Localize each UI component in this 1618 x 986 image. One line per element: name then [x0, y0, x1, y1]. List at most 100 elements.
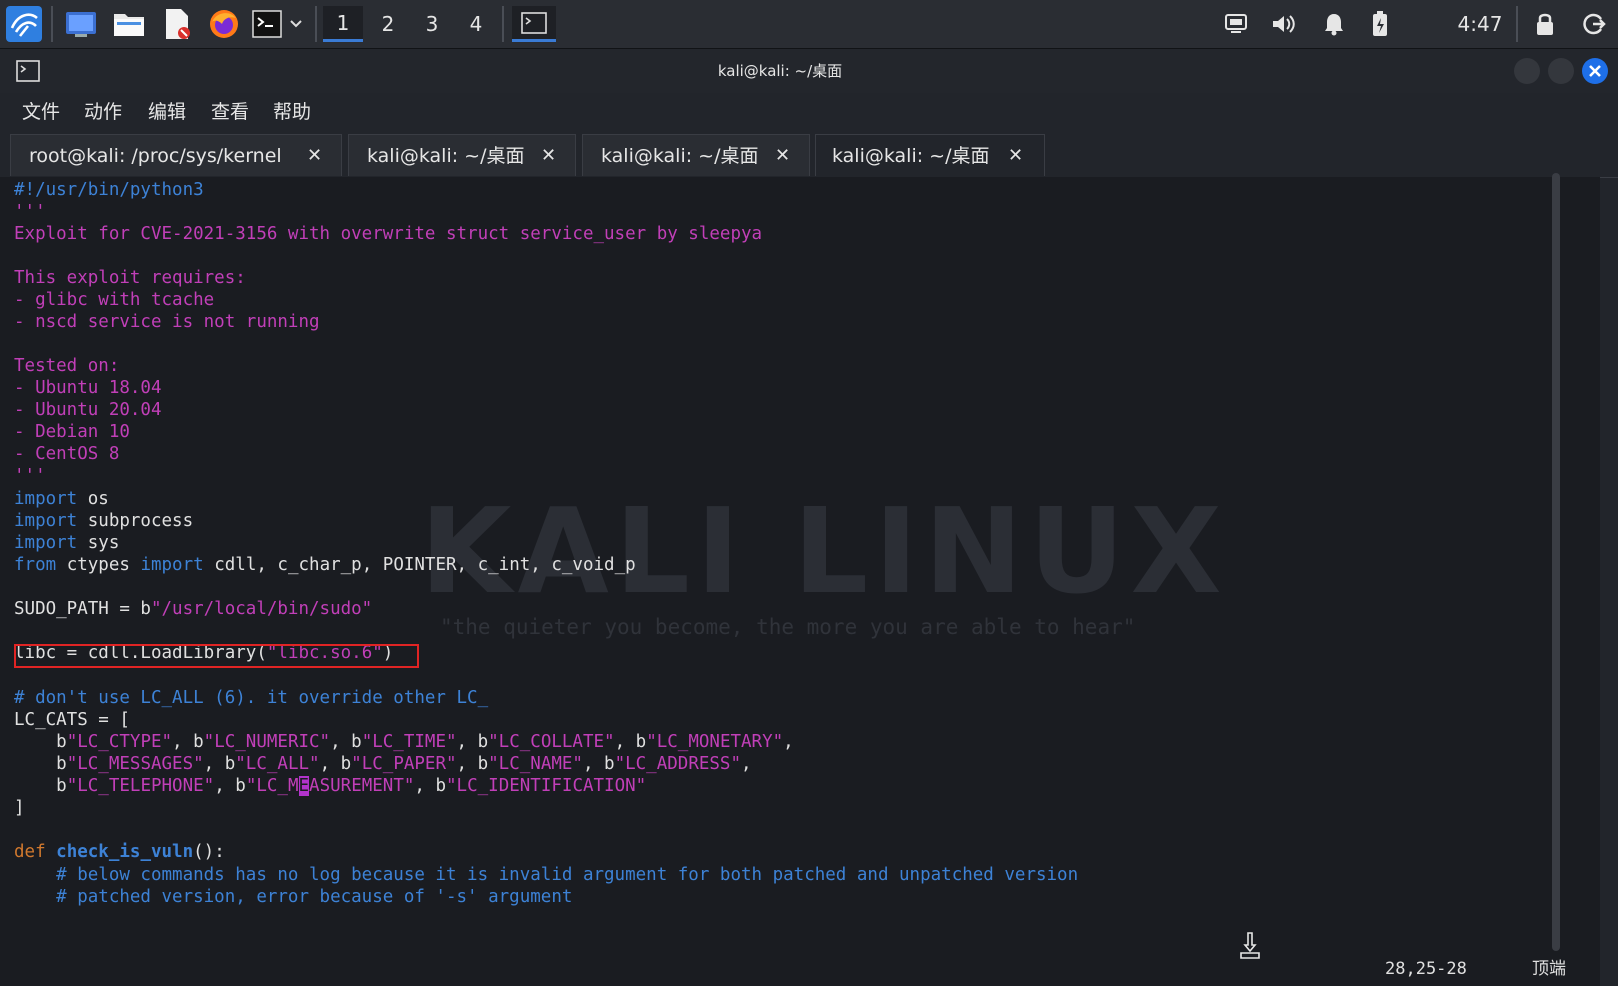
tab-close-icon[interactable]: ✕: [1008, 135, 1023, 177]
tab-root-kernel[interactable]: root@kali: /proc/sys/kernel ✕: [10, 134, 342, 176]
tab-kali-desktop-1[interactable]: kali@kali: ~/桌面 ✕: [348, 134, 576, 176]
code-line: This exploit requires:: [14, 268, 246, 288]
code-line-sudo-path: SUDO_PATH = b"/usr/local/bin/sudo": [14, 598, 372, 620]
logout-icon[interactable]: [1578, 6, 1610, 42]
volume-icon[interactable]: [1268, 6, 1300, 42]
clock[interactable]: 4:47: [1450, 8, 1510, 40]
code-text: , b: [330, 732, 362, 752]
menu-view[interactable]: 查看: [211, 97, 249, 127]
code-line: - Ubuntu 20.04: [14, 400, 162, 420]
taskbar-separator: [502, 6, 504, 42]
code-line: from ctypes import cdll, c_char_p, POINT…: [14, 554, 636, 576]
code-line: - Debian 10: [14, 422, 130, 442]
terminal-window: kali@kali: ~/桌面 文件 动作 编辑 查看 帮助 root@kali…: [0, 49, 1618, 986]
battery-icon: [1366, 6, 1394, 42]
keyword: def: [14, 842, 46, 862]
keyword: from: [14, 555, 57, 575]
workspace-4[interactable]: 4: [456, 6, 496, 42]
keyword: import: [14, 511, 78, 531]
tab-close-icon[interactable]: ✕: [775, 135, 790, 177]
workspace-1[interactable]: 1: [323, 6, 363, 42]
highlight-box-sudo-path: [14, 644, 419, 668]
tab-label: kali@kali: ~/桌面: [601, 145, 759, 167]
string-literal: "LC_MONETARY": [646, 732, 784, 752]
code-text: , b: [614, 732, 647, 752]
file-manager-icon[interactable]: [110, 6, 148, 42]
minimize-button[interactable]: [1514, 58, 1540, 84]
code-comment: # patched version, error because of '-s'…: [14, 887, 573, 907]
menu-help[interactable]: 帮助: [273, 97, 311, 127]
function-name: check_is_vuln: [56, 842, 194, 862]
code-line: ''': [14, 202, 46, 222]
tab-bar: root@kali: /proc/sys/kernel ✕ kali@kali:…: [0, 131, 1618, 178]
tab-kali-desktop-2[interactable]: kali@kali: ~/桌面 ✕: [582, 134, 810, 176]
code-line: def check_is_vuln():: [14, 841, 225, 863]
code-text: os: [77, 489, 109, 509]
text-editor-icon[interactable]: [158, 6, 196, 42]
code-text: , b: [456, 754, 489, 774]
tab-kali-desktop-3-active[interactable]: kali@kali: ~/桌面 ✕: [815, 134, 1045, 176]
notification-bell-icon[interactable]: [1318, 6, 1350, 42]
string-literal: "LC_IDENTIFICATION": [446, 776, 647, 796]
text-cursor: E: [298, 776, 310, 796]
terminal-icon[interactable]: [250, 6, 284, 42]
code-line: import os: [14, 488, 109, 510]
window-titlebar[interactable]: kali@kali: ~/桌面: [0, 49, 1618, 93]
string-literal: "LC_CTYPE": [66, 732, 173, 752]
desktop-icon[interactable]: [62, 6, 100, 42]
terminal-window-icon[interactable]: [512, 6, 556, 42]
mouse-cursor-icon: [1238, 931, 1264, 961]
kali-menu-icon[interactable]: [4, 6, 44, 42]
code-line: - glibc with tcache: [14, 290, 215, 310]
code-text: b: [14, 776, 67, 796]
string-literal: "LC_NAME": [488, 754, 583, 774]
code-text: , b: [319, 754, 352, 774]
code-line: Exploit for CVE-2021-3156 with overwrite…: [14, 224, 763, 244]
workspace-2[interactable]: 2: [368, 6, 408, 42]
string-literal: "LC_PAPER": [351, 754, 457, 774]
close-button[interactable]: [1582, 58, 1608, 84]
code-line: import subprocess: [14, 510, 193, 532]
menu-edit[interactable]: 编辑: [148, 97, 186, 127]
code-text: b: [14, 732, 67, 752]
code-text: sys: [77, 533, 120, 553]
code-text: ():: [193, 842, 225, 862]
keyword: import: [14, 533, 78, 553]
string-literal: "LC_TELEPHONE": [66, 776, 215, 796]
menu-bar: 文件 动作 编辑 查看 帮助: [0, 93, 1618, 131]
code-text: , b: [414, 776, 447, 796]
menu-file[interactable]: 文件: [22, 97, 60, 127]
workspace-3[interactable]: 3: [412, 6, 452, 42]
string-literal: "LC_ALL": [235, 754, 320, 774]
terminal-content[interactable]: KALI LINUX "the quieter you become, the …: [0, 177, 1600, 986]
maximize-button[interactable]: [1548, 58, 1574, 84]
code-line: - CentOS 8: [14, 444, 120, 464]
dropdown-icon[interactable]: [286, 6, 306, 42]
kali-watermark-subtitle: "the quieter you become, the more you ar…: [440, 615, 1136, 639]
code-line: b"LC_TELEPHONE", b"LC_MEASUREMENT", b"LC…: [14, 775, 646, 797]
tab-label: kali@kali: ~/桌面: [367, 145, 525, 167]
code-text: b: [14, 754, 67, 774]
keyword: import: [14, 489, 78, 509]
code-text: , b: [172, 732, 204, 752]
lock-icon[interactable]: [1530, 6, 1560, 42]
display-icon[interactable]: [1220, 6, 1252, 42]
code-line: Tested on:: [14, 356, 120, 376]
code-text: , b: [214, 776, 246, 796]
tab-label: kali@kali: ~/桌面: [832, 145, 990, 167]
code-line: import sys: [14, 532, 119, 554]
scrollbar[interactable]: [1552, 173, 1560, 951]
code-line: b"LC_CTYPE", b"LC_NUMERIC", b"LC_TIME", …: [14, 731, 794, 753]
cursor-position: 28,25-28: [1385, 959, 1467, 979]
scroll-indicator: 顶端: [1532, 959, 1566, 979]
tab-close-icon[interactable]: ✕: [541, 135, 556, 177]
code-text: ,: [741, 754, 752, 774]
tab-close-icon[interactable]: ✕: [307, 135, 322, 177]
firefox-icon[interactable]: [204, 6, 244, 42]
code-line: #!/usr/bin/python3: [14, 180, 204, 200]
code-line: - nscd service is not running: [14, 312, 320, 332]
menu-action[interactable]: 动作: [84, 97, 122, 127]
taskbar-separator: [51, 6, 53, 42]
string-literal: "LC_TIME": [361, 732, 457, 752]
taskbar: 1 2 3 4 4:47: [0, 0, 1618, 49]
